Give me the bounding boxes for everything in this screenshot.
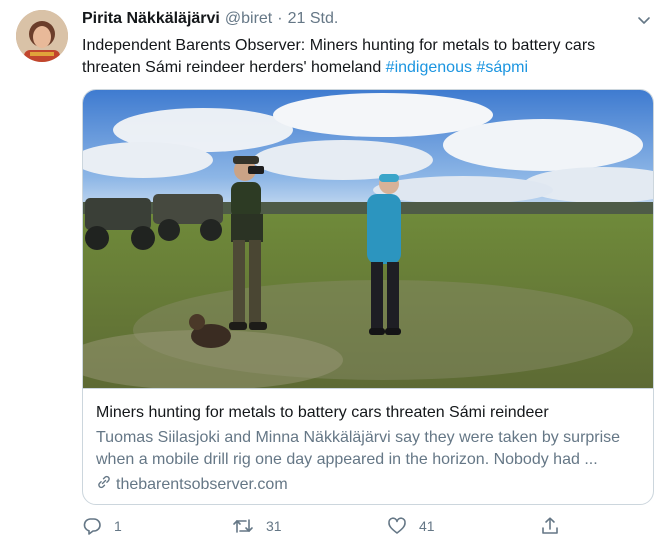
like-count: 41 bbox=[419, 518, 435, 534]
card-image[interactable] bbox=[83, 90, 653, 388]
author-name[interactable]: Pirita Näkkäläjärvi bbox=[82, 10, 220, 28]
avatar[interactable] bbox=[16, 10, 68, 62]
timestamp[interactable]: 21 Std. bbox=[288, 10, 339, 28]
reply-button[interactable]: 1 bbox=[82, 516, 122, 536]
link-card[interactable]: Miners hunting for metals to battery car… bbox=[82, 89, 654, 505]
link-icon bbox=[96, 474, 116, 495]
chevron-down-icon[interactable] bbox=[636, 12, 652, 28]
separator-dot: · bbox=[277, 10, 283, 27]
like-button[interactable]: 41 bbox=[387, 516, 435, 536]
tweet-header: Pirita Näkkäläjärvi @biret · 21 Std. bbox=[82, 10, 338, 32]
retweet-icon bbox=[232, 516, 254, 536]
action-bar: 1 31 41 bbox=[82, 516, 642, 540]
share-button[interactable] bbox=[540, 516, 560, 536]
reply-icon bbox=[82, 516, 102, 536]
hashtag-indigenous[interactable]: #indigenous bbox=[386, 59, 472, 76]
reply-count: 1 bbox=[114, 518, 122, 534]
card-domain-text: thebarentsobserver.com bbox=[116, 475, 288, 493]
tweet[interactable]: Pirita Näkkäläjärvi @biret · 21 Std. Ind… bbox=[0, 0, 666, 545]
share-icon bbox=[540, 516, 560, 536]
retweet-button[interactable]: 31 bbox=[232, 516, 282, 536]
retweet-count: 31 bbox=[266, 518, 282, 534]
card-title: Miners hunting for metals to battery car… bbox=[96, 404, 549, 421]
hashtag-sapmi[interactable]: #sápmi bbox=[476, 59, 528, 76]
heart-icon bbox=[387, 516, 407, 536]
tweet-text: Independent Barents Observer: Miners hun… bbox=[82, 35, 642, 79]
card-domain: thebarentsobserver.com bbox=[96, 474, 288, 495]
author-handle[interactable]: @biret bbox=[225, 10, 272, 28]
card-description: Tuomas Siilasjoki and Minna Näkkäläjärvi… bbox=[96, 429, 621, 468]
card-body[interactable]: Miners hunting for metals to battery car… bbox=[83, 388, 653, 504]
